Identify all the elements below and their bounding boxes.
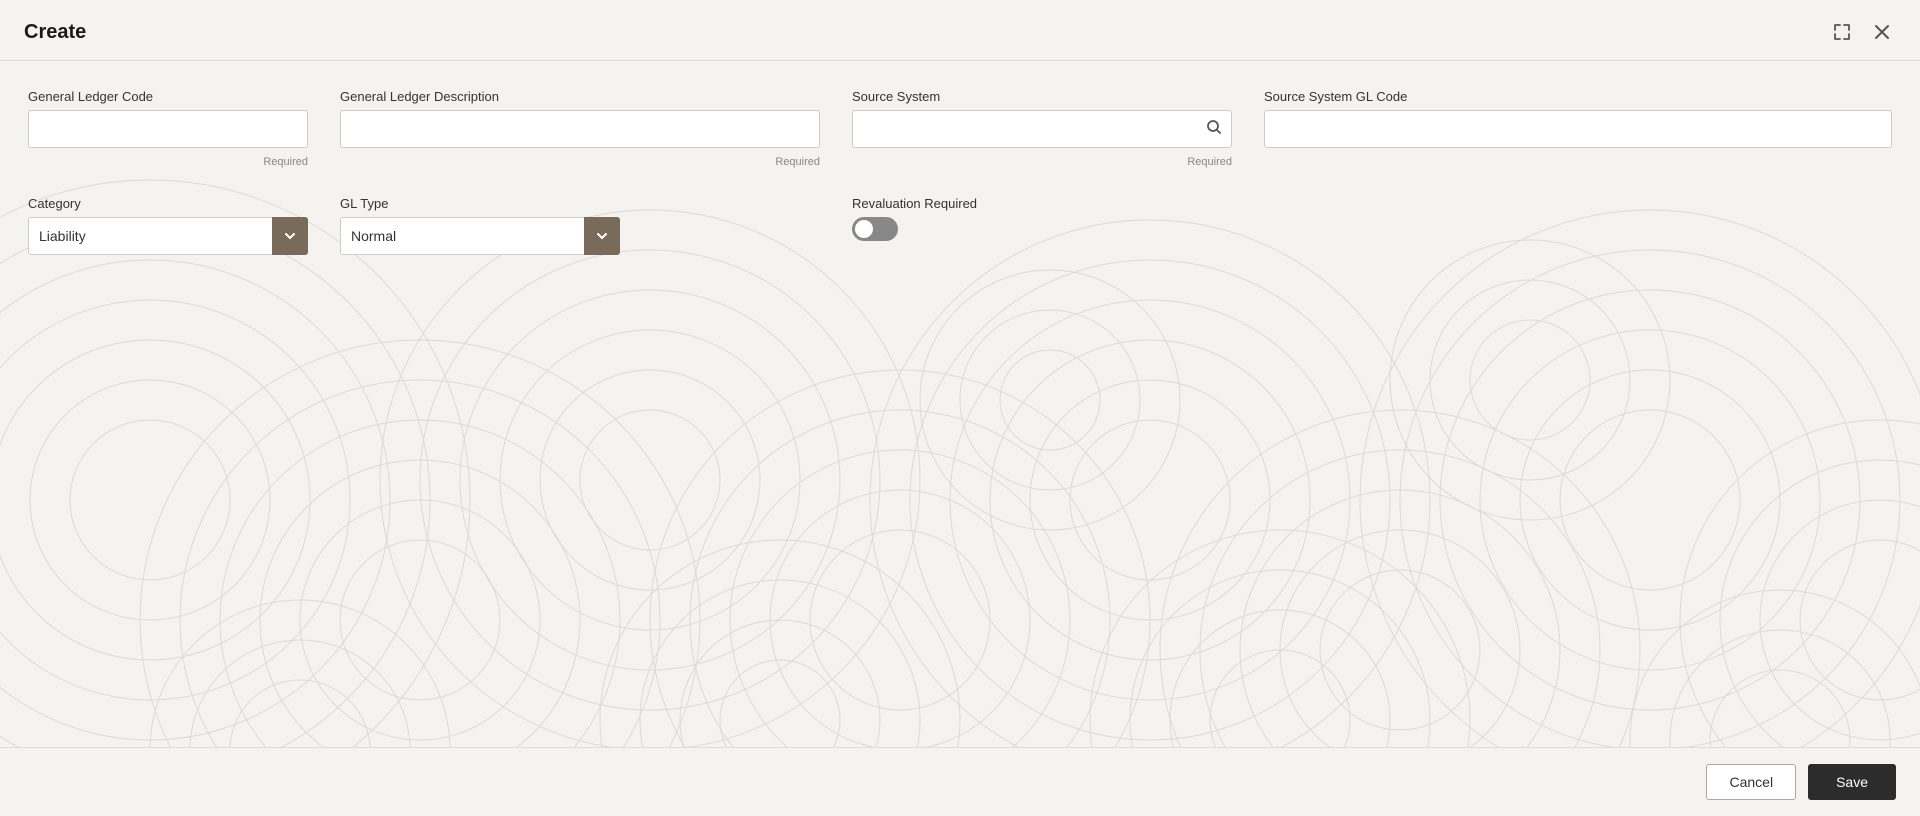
gl-type-select-wrapper: Normal Control Memo: [340, 217, 620, 255]
gl-code-input[interactable]: [28, 110, 308, 148]
toggle-slider: [852, 217, 898, 241]
source-gl-code-group: Source System GL Code: [1264, 89, 1892, 168]
gl-code-label: General Ledger Code: [28, 89, 308, 104]
header-actions: [1828, 18, 1896, 46]
source-system-group: Source System Required: [852, 89, 1232, 168]
revaluation-label: Revaluation Required: [852, 196, 977, 211]
gl-description-hint: Required: [340, 156, 820, 168]
gl-description-group: General Ledger Description Required: [340, 89, 820, 168]
modal-title: Create: [24, 21, 86, 44]
revaluation-toggle[interactable]: [852, 217, 898, 241]
category-label: Category: [28, 196, 308, 211]
save-button[interactable]: Save: [1808, 764, 1896, 800]
source-system-input[interactable]: [852, 110, 1232, 148]
source-system-hint: Required: [852, 156, 1232, 168]
gl-type-select[interactable]: Normal Control Memo: [340, 217, 620, 255]
modal-content: General Ledger Code Required General Led…: [0, 61, 1920, 747]
gl-code-group: General Ledger Code Required: [28, 89, 308, 168]
revaluation-group: Revaluation Required: [852, 196, 977, 255]
expand-button[interactable]: [1828, 18, 1856, 46]
close-button[interactable]: [1868, 18, 1896, 46]
gl-type-label: GL Type: [340, 196, 820, 211]
source-system-input-wrapper: [852, 110, 1232, 148]
create-modal: .ring { fill: none; stroke: #c8c0b8; str…: [0, 0, 1920, 816]
gl-description-input[interactable]: [340, 110, 820, 148]
source-gl-code-label: Source System GL Code: [1264, 89, 1892, 104]
gl-type-group: GL Type Normal Control Memo: [340, 196, 820, 255]
category-select-wrapper: Liability Asset Equity Revenue Expense: [28, 217, 308, 255]
form-row-1: General Ledger Code Required General Led…: [28, 89, 1892, 168]
modal-header: Create: [0, 0, 1920, 61]
source-gl-code-input[interactable]: [1264, 110, 1892, 148]
gl-description-label: General Ledger Description: [340, 89, 820, 104]
form-row-2: Category Liability Asset Equity Revenue …: [28, 196, 1892, 255]
cancel-button[interactable]: Cancel: [1706, 764, 1796, 800]
source-system-label: Source System: [852, 89, 1232, 104]
category-select[interactable]: Liability Asset Equity Revenue Expense: [28, 217, 308, 255]
modal-footer: Cancel Save: [0, 747, 1920, 816]
gl-code-hint: Required: [28, 156, 308, 168]
category-group: Category Liability Asset Equity Revenue …: [28, 196, 308, 255]
